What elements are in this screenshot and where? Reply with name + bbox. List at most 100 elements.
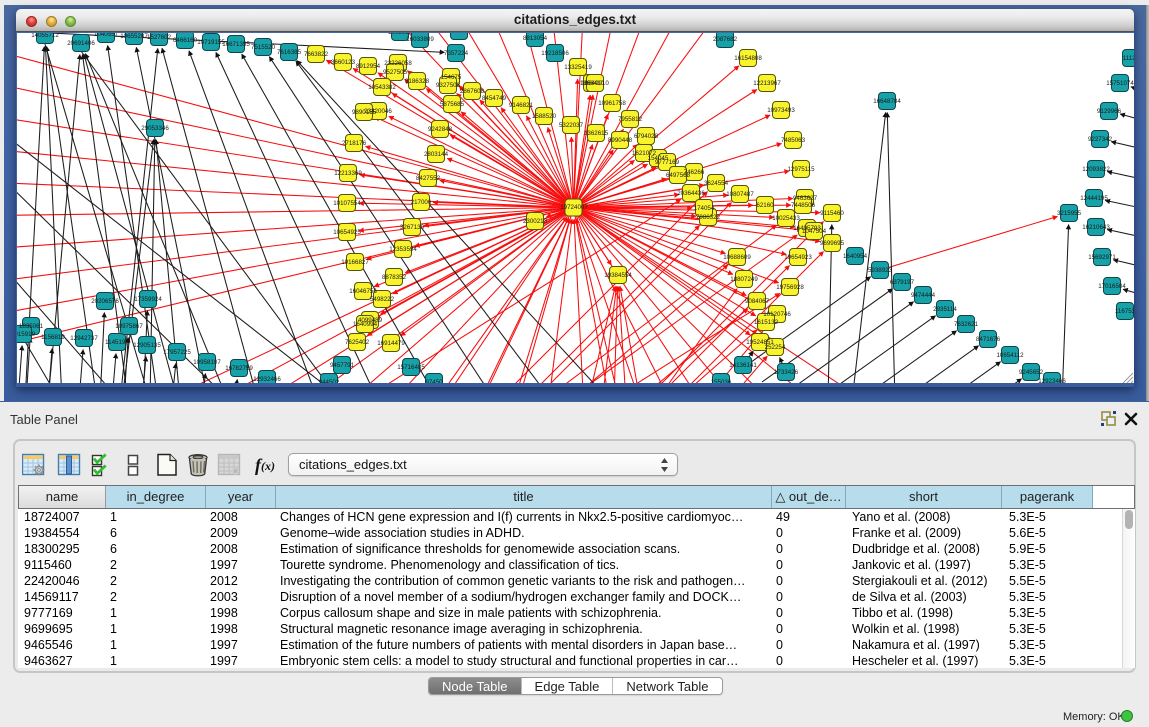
svg-text:1145194: 1145194 [105,339,129,346]
svg-text:1733426: 1733426 [774,369,799,376]
svg-text:9527505: 9527505 [383,69,408,76]
svg-text:7515520: 7515520 [251,44,276,51]
svg-text:62160: 62160 [756,202,774,209]
svg-text:19654923: 19654923 [784,254,812,261]
svg-text:19384554: 19384554 [604,272,632,279]
svg-text:16671355: 16671355 [222,41,250,48]
svg-text:11123: 11123 [1123,55,1134,62]
svg-text:944502: 944502 [319,379,340,383]
svg-text:6794028: 6794028 [634,133,659,140]
svg-text:8186328: 8186328 [405,78,430,85]
svg-text:12923466: 12923466 [1038,378,1066,383]
svg-text:9146821: 9146821 [509,102,534,109]
svg-text:8990448: 8990448 [608,137,633,144]
svg-text:9699695: 9699695 [820,240,845,247]
svg-text:5322037: 5322037 [559,122,584,129]
svg-text:10120746: 10120746 [763,311,791,318]
svg-text:8427552: 8427552 [416,175,441,182]
svg-text:10654925: 10654925 [333,229,361,236]
svg-text:12093822: 12093822 [1082,166,1110,173]
svg-text:19166827: 19166827 [341,259,369,266]
svg-text:9129966: 9129966 [1097,108,1122,115]
svg-text:1640994: 1640994 [353,321,378,328]
svg-text:2935114: 2935114 [933,306,957,313]
svg-text:6379197: 6379197 [890,279,915,286]
svg-text:20691406: 20691406 [67,40,95,47]
svg-text:9890155: 9890155 [352,109,377,116]
svg-text:20206576: 20206576 [91,298,119,305]
svg-text:7448506: 7448506 [791,202,816,209]
svg-text:2300213: 2300213 [523,218,548,225]
svg-text:12353594: 12353594 [389,246,417,253]
svg-text:8912954: 8912954 [356,63,381,70]
svg-text:97450: 97450 [425,379,443,383]
svg-text:7485063: 7485063 [781,137,806,144]
svg-text:174054: 174054 [694,205,715,212]
svg-text:17016504: 17016504 [1098,283,1126,290]
svg-text:10654112: 10654112 [996,352,1024,359]
svg-text:18807249: 18807249 [730,276,758,283]
svg-text:12213967: 12213967 [753,80,781,87]
svg-text:5938923: 5938923 [868,267,893,274]
svg-text:23226058: 23226058 [384,60,412,67]
svg-text:17957225: 17957225 [163,349,191,356]
svg-text:16154808: 16154808 [734,55,762,62]
svg-text:16033809: 16033809 [406,36,434,43]
svg-text:2718176: 2718176 [342,140,367,147]
svg-text:15751074: 15751074 [1106,80,1134,87]
svg-text:1362615: 1362615 [584,130,609,137]
svg-text:16782759: 16782759 [225,365,253,372]
svg-text:1835061: 1835061 [19,323,44,330]
svg-text:7663822: 7663822 [304,51,329,58]
svg-text:10807487: 10807487 [726,191,754,198]
svg-text:9242848: 9242848 [428,126,453,133]
svg-text:5875685: 5875685 [440,101,465,108]
svg-text:18640910: 18640910 [581,80,609,87]
svg-text:19756928: 19756928 [776,284,804,291]
svg-text:10975867: 10975867 [115,323,143,330]
svg-text:6466160: 6466160 [173,37,198,44]
svg-text:1615132: 1615132 [754,319,779,326]
svg-text:9084067: 9084067 [745,298,770,305]
svg-text:116753: 116753 [1115,308,1134,315]
svg-text:8660123: 8660123 [331,59,356,66]
svg-text:10655287: 10655287 [120,33,148,40]
svg-text:3915919: 3915919 [17,331,36,338]
svg-text:1156819: 1156819 [41,334,65,341]
svg-text:1592375: 1592375 [447,33,472,35]
svg-text:7357224: 7357224 [444,50,469,57]
svg-text:12942737: 12942737 [70,335,98,342]
svg-text:15716485: 15716485 [397,364,425,371]
svg-text:12905135: 12905135 [133,342,161,349]
svg-text:20364436: 20364436 [677,190,705,197]
svg-text:10958107: 10958107 [193,359,221,366]
svg-text:1640954: 1640954 [843,253,868,260]
svg-text:16046756: 16046756 [349,288,377,295]
svg-text:3215955: 3215955 [1057,210,1082,217]
svg-text:155036: 155036 [711,379,732,383]
svg-text:9327508: 9327508 [436,82,461,89]
svg-text:14136141: 14136141 [729,362,757,369]
svg-text:16210643: 16210643 [1082,224,1110,231]
svg-text:8471676: 8471676 [976,336,1001,343]
svg-text:8813054: 8813054 [523,35,548,42]
svg-text:252254: 252254 [765,344,786,351]
svg-text:19218506: 19218506 [541,50,569,57]
svg-text:10543382: 10543382 [368,84,396,91]
svg-text:13325419: 13325419 [564,64,592,71]
svg-text:10719155: 10719155 [197,39,225,46]
svg-text:29053346: 29053346 [141,125,169,132]
svg-text:2867608: 2867608 [460,88,485,95]
svg-text:9474444: 9474444 [911,292,936,299]
svg-text:12213369: 12213369 [334,170,362,177]
svg-text:217006: 217006 [411,199,432,206]
svg-text:2087682: 2087682 [713,36,738,43]
svg-text:16914479: 16914479 [377,340,405,347]
svg-text:14055712: 14055712 [31,33,59,39]
svg-text:2803144: 2803144 [424,151,449,158]
svg-text:7955812: 7955812 [618,116,643,123]
svg-text:7625402: 7625402 [345,339,370,346]
svg-text:9245652: 9245652 [1019,369,1044,376]
svg-text:7986322: 7986322 [696,214,721,221]
svg-text:(x): (x) [261,459,275,473]
